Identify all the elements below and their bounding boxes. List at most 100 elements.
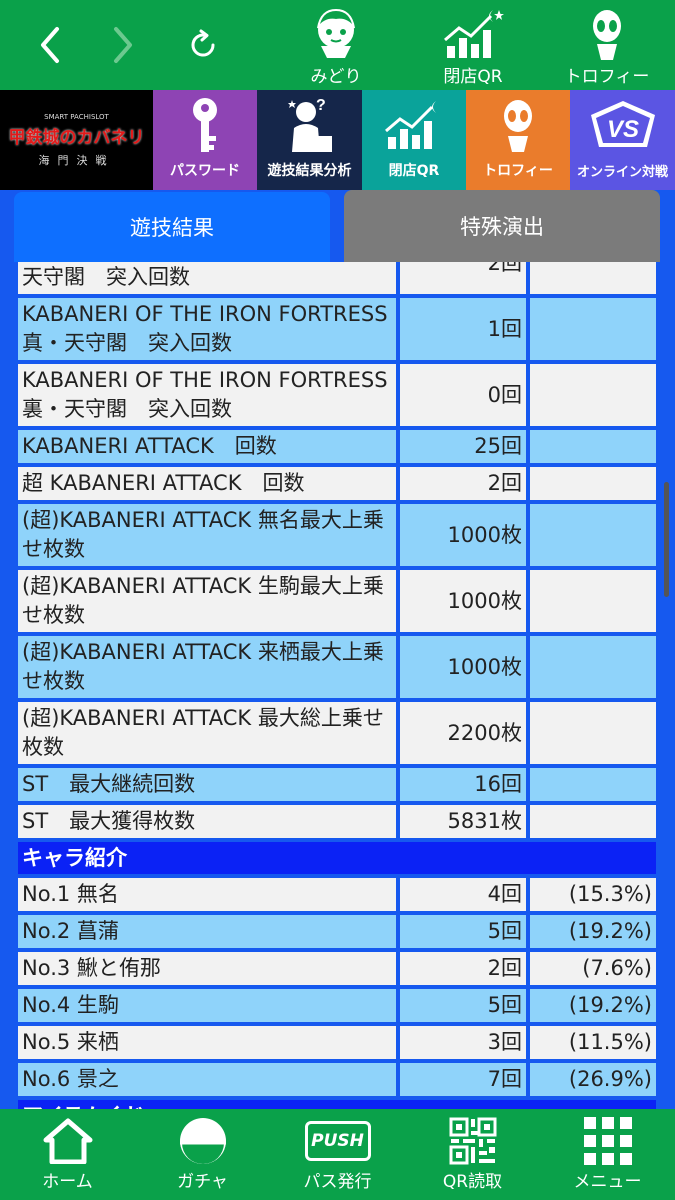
home-icon [43,1109,93,1167]
logo-main-text: 甲鉄城のカバネリ [8,127,145,148]
table-row: No.1 無名 4回 (15.3%) [18,878,656,911]
table-row: ST 最大継続回数 16回 [18,768,656,801]
tile-online-battle[interactable]: VS オンライン対戦 [570,90,675,190]
row-value: 1000枚 [400,570,526,632]
topbar-item-label: トロフィー [564,67,650,87]
row-extra: (7.6%) [530,952,656,985]
tab-play-result[interactable]: 遊技結果 [14,192,330,262]
topbar-item-closing-qr[interactable]: 閉店QR [418,6,528,87]
qr-code-icon [449,1109,497,1167]
row-extra [530,467,656,500]
tile-result-analysis[interactable]: ? 遊技結果分析 [257,90,362,190]
table-row: KABANERI OF THE IRON FORTRESS 天守閣 突入回数2回 [18,262,656,294]
tile-label: トロフィー [483,163,553,179]
row-value: 3回 [400,1026,526,1059]
row-value: 5回 [400,915,526,948]
row-label: No.4 生駒 [18,989,396,1022]
row-label: (超)KABANERI ATTACK 生駒最大上乗せ枚数 [18,570,396,632]
row-label: KABANERI OF THE IRON FORTRESS 真・天守閣 突入回数 [18,298,396,360]
row-extra [530,805,656,838]
tile-label: パスワード [170,163,240,179]
bottom-item-qr-read[interactable]: QR読取 [405,1109,540,1200]
character-icon [309,6,363,60]
bottom-item-gacha[interactable]: ガチャ [135,1109,270,1200]
row-label: No.5 来栖 [18,1026,396,1059]
top-navigation-bar: みどり 閉店QR トロフィー [0,0,675,90]
vs-badge-icon: VS [585,90,661,161]
topbar-item-label: みどり [310,67,362,87]
bottom-navigation-bar: ホーム ガチャ PUSH パス発行 QR読取 メニュー [0,1109,675,1200]
row-value: 5回 [400,989,526,1022]
table-row: No.5 来栖 3回 (11.5%) [18,1026,656,1059]
logo-sub-text: 海門決戦 [38,153,115,167]
row-label: 超 KABANERI ATTACK 回数 [18,467,396,500]
gacha-capsule-icon [177,1109,229,1167]
row-value: 1回 [400,298,526,360]
bottom-item-label: ホーム [42,1172,93,1192]
row-label: KABANERI ATTACK 回数 [18,430,396,463]
row-value: 2回 [400,262,526,294]
logo-top-text: SMART PACHISLOT [44,112,109,121]
bottom-item-home[interactable]: ホーム [0,1109,135,1200]
reload-button[interactable] [178,20,228,70]
topbar-item-trophy[interactable]: トロフィー [552,6,662,87]
row-value: 2200枚 [400,702,526,764]
row-label: KABANERI OF THE IRON FORTRESS 裏・天守閣 突入回数 [18,364,396,426]
tile-closing-qr[interactable]: 閉店QR [362,90,466,190]
row-value: 4回 [400,878,526,911]
section-header-characters: キャラ紹介 [18,842,656,874]
row-label: No.2 菖蒲 [18,915,396,948]
table-row: KABANERI OF THE IRON FORTRESS 真・天守閣 突入回数… [18,298,656,360]
push-badge-text: PUSH [311,1131,364,1151]
row-extra [530,364,656,426]
result-content[interactable]: KABANERI OF THE IRON FORTRESS 天守閣 突入回数2回… [0,262,675,1109]
row-label: No.1 無名 [18,878,396,911]
topbar-item-midori[interactable]: みどり [281,6,391,87]
menu-tiles: SMART PACHISLOT 甲鉄城のカバネリ 海門決戦 パスワード ? 遊技… [0,90,675,190]
row-extra: (19.2%) [530,989,656,1022]
row-extra: (26.9%) [530,1063,656,1096]
row-label: No.3 鰍と侑那 [18,952,396,985]
row-value: 16回 [400,768,526,801]
scrollbar[interactable] [664,482,669,597]
row-value: 1000枚 [400,504,526,566]
row-extra: (11.5%) [530,1026,656,1059]
row-label: (超)KABANERI ATTACK 最大総上乗せ枚数 [18,702,396,764]
table-row: 超 KABANERI ATTACK 回数 2回 [18,467,656,500]
bottom-item-label: QR読取 [442,1172,503,1192]
row-value: 2回 [400,952,526,985]
row-extra [530,702,656,764]
row-value: 0回 [400,364,526,426]
row-value: 5831枚 [400,805,526,838]
row-extra [530,570,656,632]
back-button[interactable] [25,20,75,70]
bottom-item-menu[interactable]: メニュー [540,1109,675,1200]
chevron-right-icon [114,27,132,63]
result-table: KABANERI OF THE IRON FORTRESS 天守閣 突入回数2回… [18,262,656,1109]
row-label: ST 最大獲得枚数 [18,805,396,838]
table-row: ST 最大獲得枚数 5831枚 [18,805,656,838]
tile-trophy[interactable]: トロフィー [466,90,570,190]
tile-password[interactable]: パスワード [153,90,257,190]
svg-text:VS: VS [606,116,638,143]
analysis-icon: ? [280,90,340,160]
row-value: 1000枚 [400,636,526,698]
row-extra: (19.2%) [530,915,656,948]
row-extra [530,636,656,698]
table-row: (超)KABANERI ATTACK 最大総上乗せ枚数 2200枚 [18,702,656,764]
trophy-alien-icon [493,90,543,160]
forward-button[interactable] [98,20,148,70]
tile-label: 閉店QR [388,163,440,179]
table-row: No.6 景之 7回 (26.9%) [18,1063,656,1096]
table-row: (超)KABANERI ATTACK 生駒最大上乗せ枚数 1000枚 [18,570,656,632]
tile-label: オンライン対戦 [576,165,668,180]
bottom-item-label: メニュー [573,1172,642,1192]
bottom-item-pass-issue[interactable]: PUSH パス発行 [270,1109,405,1200]
tab-special-effects[interactable]: 特殊演出 [344,190,660,262]
row-label: (超)KABANERI ATTACK 来栖最大上乗せ枚数 [18,636,396,698]
section-header-item-lottery: アイテムくじ [18,1100,656,1109]
bottom-item-label: ガチャ [177,1172,228,1192]
row-extra [530,430,656,463]
row-value: 7回 [400,1063,526,1096]
game-logo-tile[interactable]: SMART PACHISLOT 甲鉄城のカバネリ 海門決戦 [0,90,153,190]
